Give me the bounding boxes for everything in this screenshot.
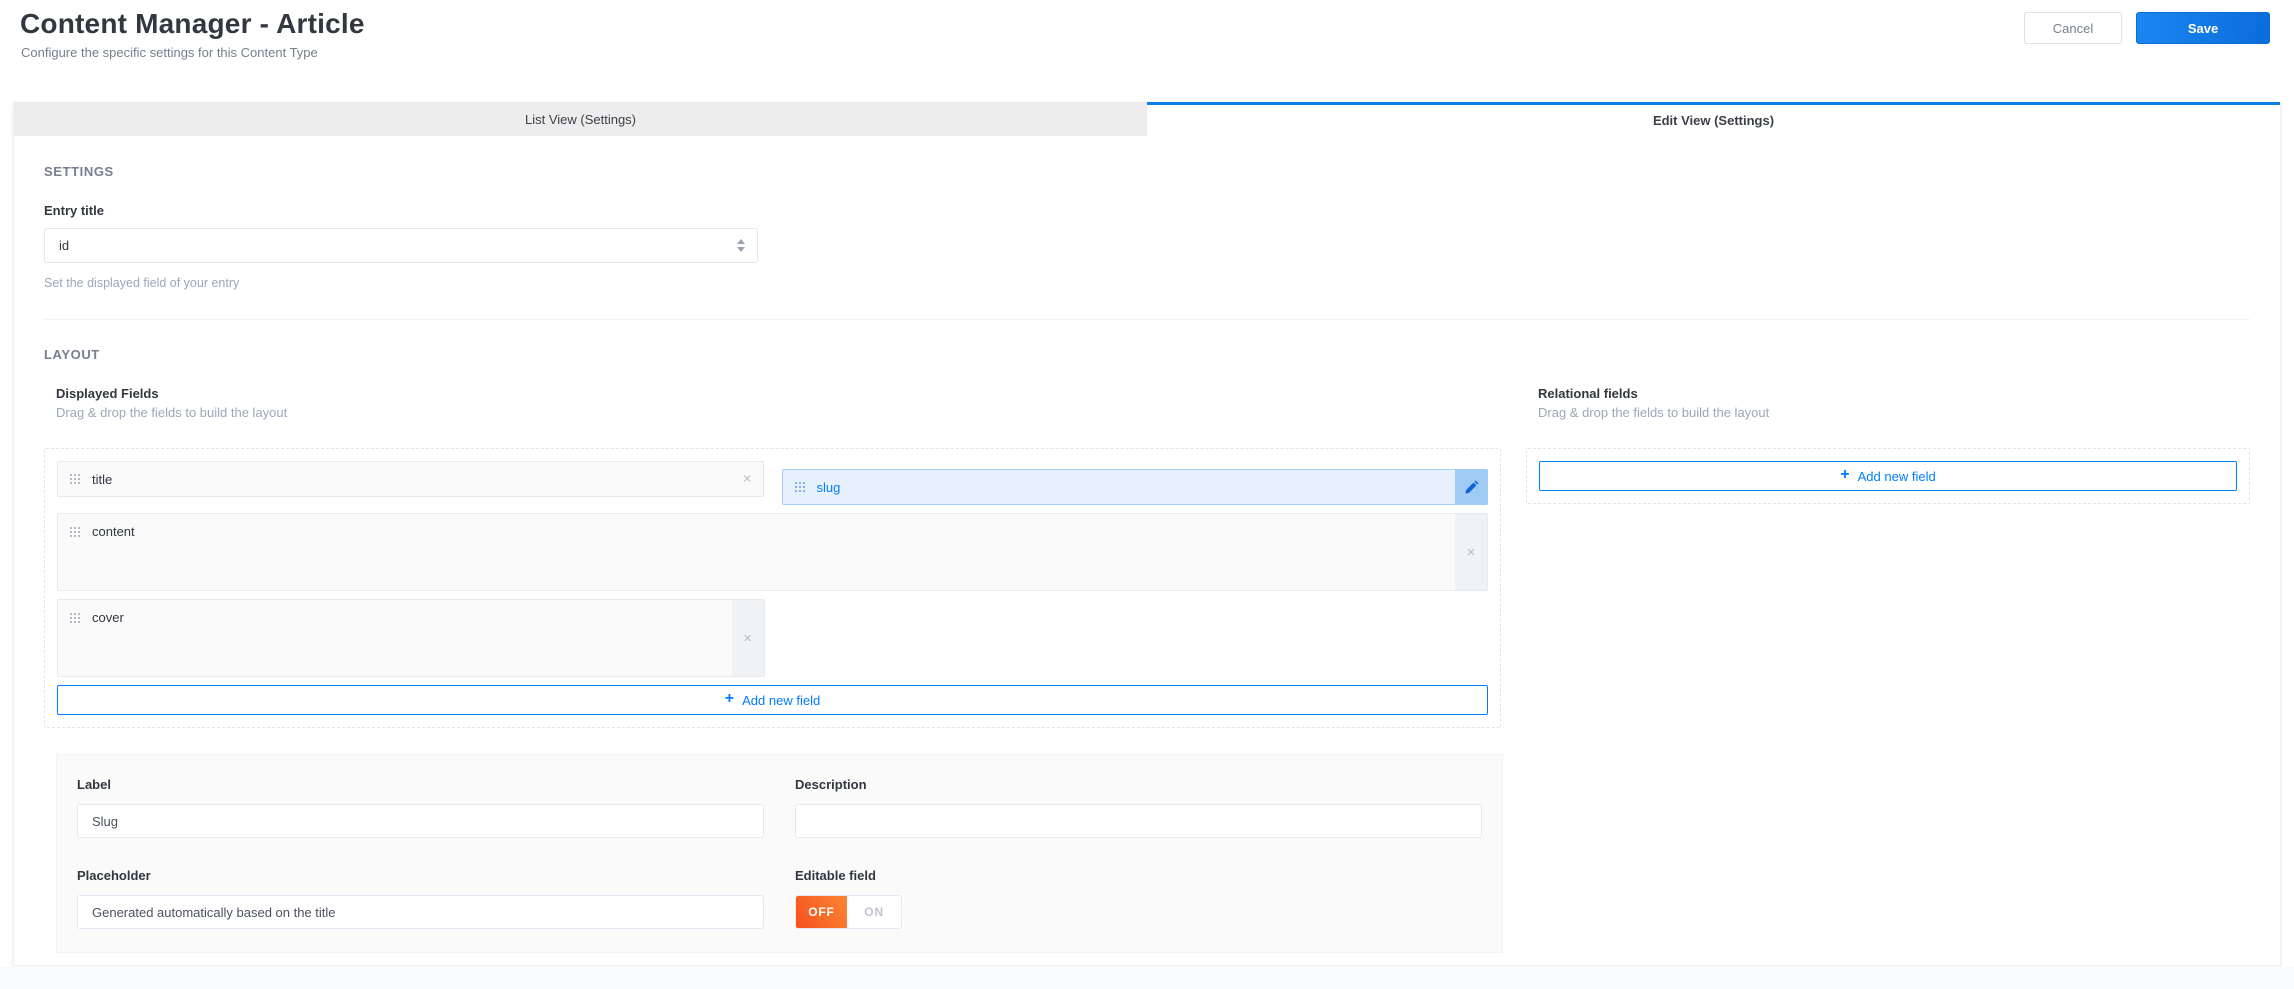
add-relational-field-label: Add new field [1857,468,1936,484]
pencil-icon [1465,480,1478,494]
page-bottom-background [0,966,2294,989]
drag-handle-icon[interactable] [70,474,80,484]
add-displayed-field-label: Add new field [742,692,821,708]
edit-field-slug-button[interactable] [1455,469,1488,505]
toggle-on-button[interactable]: ON [847,896,901,928]
field-cover-main: cover [58,600,764,625]
page-subtitle: Configure the specific settings for this… [21,45,318,60]
drag-handle-icon[interactable] [70,612,80,623]
field-slug-main: slug [783,480,1488,495]
editable-field-toggle: OFF ON [795,895,902,929]
field-content[interactable]: content × [57,513,1488,591]
displayed-fields-column: Displayed Fields Drag & drop the fields … [44,386,1503,953]
page-title: Content Manager - Article [20,8,365,39]
tab-list-view-settings[interactable]: List View (Settings) [14,102,1147,136]
description-form-group: Description [795,777,1482,838]
remove-field-content-icon[interactable]: × [1455,514,1487,590]
chevron-down-icon [737,247,745,252]
drag-handle-icon[interactable] [794,482,805,492]
field-row: title × slug [57,461,1488,505]
content-type-settings-card: List View (Settings) Edit View (Settings… [13,102,2281,966]
chevron-up-icon [737,239,745,244]
save-button[interactable]: Save [2136,12,2270,44]
card-body: SETTINGS Entry title id Set the displaye… [14,136,2280,953]
entry-title-label: Entry title [44,203,104,218]
relational-fields-dropzone: + Add new field [1526,448,2250,504]
placeholder-field-label: Placeholder [77,868,151,883]
relational-fields-subtitle: Drag & drop the fields to build the layo… [1538,405,1770,420]
cancel-button[interactable]: Cancel [2024,12,2122,44]
entry-title-help: Set the displayed field of your entry [44,276,240,290]
label-field-label: Label [77,777,111,792]
entry-title-selected-value: id [59,238,70,253]
displayed-fields-subtitle: Drag & drop the fields to build the layo… [56,405,288,420]
page-heading-group: Content Manager - Article Configure the … [20,8,365,60]
relational-fields-title: Relational fields [1538,386,1638,401]
drag-handle-icon[interactable] [70,526,80,537]
field-content-main: content [58,514,1487,539]
header-actions: Cancel Save [2024,12,2270,44]
placeholder-input[interactable] [77,895,764,929]
empty-slot [783,599,1489,677]
plus-icon: + [724,690,735,707]
displayed-fields-dropzone: title × slug content × cover × + Add new… [44,448,1501,728]
placeholder-form-group: Placeholder [77,868,764,929]
field-title-main: title [58,472,763,487]
select-spinner-icon [737,239,745,252]
add-displayed-field-button[interactable]: + Add new field [57,685,1488,715]
field-cover[interactable]: cover × [57,599,765,677]
settings-section-title: SETTINGS [44,164,114,179]
editable-field-label: Editable field [795,868,876,883]
label-form-group: Label [77,777,764,838]
field-edit-panel: Label Description Placeholder Editable f… [56,754,1503,953]
field-slug-label: slug [816,479,841,495]
relational-fields-column: Relational fields Drag & drop the fields… [1526,386,2250,953]
description-input[interactable] [795,804,1482,838]
editable-form-group: Editable field OFF ON [795,868,1482,929]
toggle-off-button[interactable]: OFF [796,896,847,928]
tab-bar: List View (Settings) Edit View (Settings… [14,102,2280,136]
plus-icon: + [1840,466,1850,483]
displayed-fields-title: Displayed Fields [56,386,159,401]
layout-columns: Displayed Fields Drag & drop the fields … [44,386,2250,953]
field-row: cover × [57,599,1488,677]
field-title-label: title [92,471,113,487]
field-cover-label: cover [92,610,124,625]
description-field-label: Description [795,777,867,792]
tab-edit-view-settings[interactable]: Edit View (Settings) [1147,102,2280,136]
label-input[interactable] [77,804,764,838]
entry-title-select[interactable]: id [44,228,758,263]
remove-field-cover-icon[interactable]: × [731,600,764,676]
field-content-label: content [92,524,135,539]
add-relational-field-button[interactable]: + Add new field [1539,461,2237,491]
field-title[interactable]: title × [57,461,764,497]
layout-section-title: LAYOUT [44,347,100,362]
section-divider [44,319,2250,320]
page-header: Content Manager - Article Configure the … [0,0,2294,102]
field-slug[interactable]: slug [781,469,1488,505]
remove-field-title-icon[interactable]: × [743,472,752,487]
